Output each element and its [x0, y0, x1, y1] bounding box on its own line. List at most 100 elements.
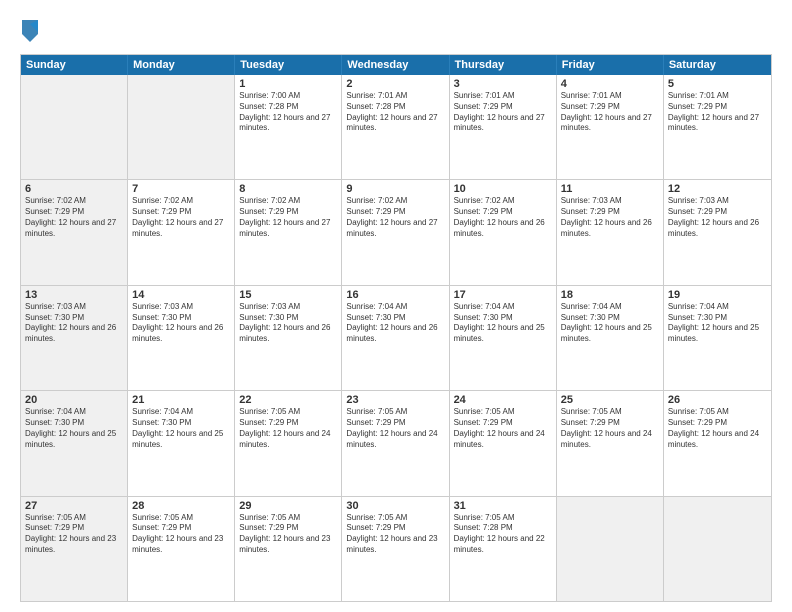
cell-content: Sunrise: 7:03 AM Sunset: 7:29 PM Dayligh…: [668, 196, 767, 239]
cell-content: Sunrise: 7:03 AM Sunset: 7:30 PM Dayligh…: [239, 302, 337, 345]
day-number: 15: [239, 289, 337, 301]
cell-content: Sunrise: 7:04 AM Sunset: 7:30 PM Dayligh…: [132, 407, 230, 450]
calendar-row: 27 Sunrise: 7:05 AM Sunset: 7:29 PM Dayli…: [21, 496, 771, 601]
calendar-cell: 25Sunrise: 7:05 AM Sunset: 7:29 PM Dayli…: [557, 391, 664, 495]
cell-content: Sunrise: 7:02 AM Sunset: 7:29 PM Dayligh…: [25, 196, 123, 239]
calendar-cell: 9Sunrise: 7:02 AM Sunset: 7:29 PM Daylig…: [342, 180, 449, 284]
cell-content: Sunrise: 7:01 AM Sunset: 7:29 PM Dayligh…: [561, 91, 659, 134]
calendar-cell: [664, 497, 771, 601]
calendar-cell: 28Sunrise: 7:05 AM Sunset: 7:29 PM Dayli…: [128, 497, 235, 601]
calendar-cell: 14Sunrise: 7:03 AM Sunset: 7:30 PM Dayli…: [128, 286, 235, 390]
calendar-cell: 1Sunrise: 7:00 AM Sunset: 7:28 PM Daylig…: [235, 75, 342, 179]
cell-content: Sunrise: 7:03 AM Sunset: 7:30 PM Dayligh…: [132, 302, 230, 345]
calendar-cell: 23Sunrise: 7:05 AM Sunset: 7:29 PM Dayli…: [342, 391, 449, 495]
header-day: Saturday: [664, 55, 771, 75]
calendar-cell: 19Sunrise: 7:04 AM Sunset: 7:30 PM Dayli…: [664, 286, 771, 390]
cell-content: Sunrise: 7:05 AM Sunset: 7:29 PM Dayligh…: [346, 407, 444, 450]
day-number: 18: [561, 289, 659, 301]
cell-content: Sunrise: 7:00 AM Sunset: 7:28 PM Dayligh…: [239, 91, 337, 134]
calendar-cell: 20Sunrise: 7:04 AM Sunset: 7:30 PM Dayli…: [21, 391, 128, 495]
cell-content: Sunrise: 7:05 AM Sunset: 7:28 PM Dayligh…: [454, 513, 552, 556]
cell-content: Sunrise: 7:04 AM Sunset: 7:30 PM Dayligh…: [561, 302, 659, 345]
cell-content: Sunrise: 7:04 AM Sunset: 7:30 PM Dayligh…: [668, 302, 767, 345]
cell-content: Sunrise: 7:05 AM Sunset: 7:29 PM Dayligh…: [239, 407, 337, 450]
calendar-cell: 26Sunrise: 7:05 AM Sunset: 7:29 PM Dayli…: [664, 391, 771, 495]
day-number: 26: [668, 394, 767, 406]
calendar-cell: 31Sunrise: 7:05 AM Sunset: 7:28 PM Dayli…: [450, 497, 557, 601]
calendar-cell: 11Sunrise: 7:03 AM Sunset: 7:29 PM Dayli…: [557, 180, 664, 284]
header-day: Sunday: [21, 55, 128, 75]
calendar-cell: 7Sunrise: 7:02 AM Sunset: 7:29 PM Daylig…: [128, 180, 235, 284]
cell-content: Sunrise: 7:03 AM Sunset: 7:29 PM Dayligh…: [561, 196, 659, 239]
calendar-body: 1Sunrise: 7:00 AM Sunset: 7:28 PM Daylig…: [21, 75, 771, 601]
logo: [20, 16, 44, 44]
day-number: 10: [454, 183, 552, 195]
calendar-row: 20Sunrise: 7:04 AM Sunset: 7:30 PM Dayli…: [21, 390, 771, 495]
cell-content: Sunrise: 7:01 AM Sunset: 7:29 PM Dayligh…: [454, 91, 552, 134]
day-number: 21: [132, 394, 230, 406]
day-number: 13: [25, 289, 123, 301]
calendar-cell: [128, 75, 235, 179]
calendar: SundayMondayTuesdayWednesdayThursdayFrid…: [20, 54, 772, 602]
cell-content: Sunrise: 7:05 AM Sunset: 7:29 PM Dayligh…: [132, 513, 230, 556]
cell-content: Sunrise: 7:05 AM Sunset: 7:29 PM Dayligh…: [239, 513, 337, 556]
cell-content: Sunrise: 7:03 AM Sunset: 7:30 PM Dayligh…: [25, 302, 123, 345]
cell-content: Sunrise: 7:05 AM Sunset: 7:29 PM Dayligh…: [561, 407, 659, 450]
day-number: 4: [561, 78, 659, 90]
calendar-cell: 18Sunrise: 7:04 AM Sunset: 7:30 PM Dayli…: [557, 286, 664, 390]
day-number: 16: [346, 289, 444, 301]
cell-content: Sunrise: 7:05 AM Sunset: 7:29 PM Dayligh…: [454, 407, 552, 450]
logo-icon: [20, 16, 40, 44]
calendar-cell: [21, 75, 128, 179]
day-number: 9: [346, 183, 444, 195]
cell-content: Sunrise: 7:02 AM Sunset: 7:29 PM Dayligh…: [239, 196, 337, 239]
cell-content: Sunrise: 7:04 AM Sunset: 7:30 PM Dayligh…: [346, 302, 444, 345]
calendar-cell: [557, 497, 664, 601]
cell-content: Sunrise: 7:01 AM Sunset: 7:29 PM Dayligh…: [668, 91, 767, 134]
day-number: 17: [454, 289, 552, 301]
calendar-cell: 22Sunrise: 7:05 AM Sunset: 7:29 PM Dayli…: [235, 391, 342, 495]
day-number: 19: [668, 289, 767, 301]
cell-content: Sunrise: 7:05 AM Sunset: 7:29 PM Dayligh…: [668, 407, 767, 450]
day-number: 3: [454, 78, 552, 90]
day-number: 2: [346, 78, 444, 90]
calendar-cell: 21Sunrise: 7:04 AM Sunset: 7:30 PM Dayli…: [128, 391, 235, 495]
day-number: 28: [132, 500, 230, 512]
cell-content: Sunrise: 7:04 AM Sunset: 7:30 PM Dayligh…: [25, 407, 123, 450]
calendar-cell: 6Sunrise: 7:02 AM Sunset: 7:29 PM Daylig…: [21, 180, 128, 284]
calendar-header: SundayMondayTuesdayWednesdayThursdayFrid…: [21, 55, 771, 75]
calendar-cell: 3Sunrise: 7:01 AM Sunset: 7:29 PM Daylig…: [450, 75, 557, 179]
day-number: 22: [239, 394, 337, 406]
calendar-cell: 15Sunrise: 7:03 AM Sunset: 7:30 PM Dayli…: [235, 286, 342, 390]
day-number: 7: [132, 183, 230, 195]
header-day: Monday: [128, 55, 235, 75]
calendar-cell: 16Sunrise: 7:04 AM Sunset: 7:30 PM Dayli…: [342, 286, 449, 390]
day-number: 31: [454, 500, 552, 512]
calendar-cell: 12Sunrise: 7:03 AM Sunset: 7:29 PM Dayli…: [664, 180, 771, 284]
cell-content: Sunrise: 7:02 AM Sunset: 7:29 PM Dayligh…: [132, 196, 230, 239]
day-number: 23: [346, 394, 444, 406]
calendar-cell: 4Sunrise: 7:01 AM Sunset: 7:29 PM Daylig…: [557, 75, 664, 179]
calendar-cell: 27Sunrise: 7:05 AM Sunset: 7:29 PM Dayli…: [21, 497, 128, 601]
calendar-cell: 17Sunrise: 7:04 AM Sunset: 7:30 PM Dayli…: [450, 286, 557, 390]
day-number: 29: [239, 500, 337, 512]
calendar-cell: 10Sunrise: 7:02 AM Sunset: 7:29 PM Dayli…: [450, 180, 557, 284]
header-day: Wednesday: [342, 55, 449, 75]
calendar-cell: 24Sunrise: 7:05 AM Sunset: 7:29 PM Dayli…: [450, 391, 557, 495]
day-number: 12: [668, 183, 767, 195]
calendar-cell: 13Sunrise: 7:03 AM Sunset: 7:30 PM Dayli…: [21, 286, 128, 390]
day-number: 14: [132, 289, 230, 301]
day-number: 24: [454, 394, 552, 406]
cell-content: Sunrise: 7:04 AM Sunset: 7:30 PM Dayligh…: [454, 302, 552, 345]
cell-content: Sunrise: 7:02 AM Sunset: 7:29 PM Dayligh…: [346, 196, 444, 239]
day-number: 8: [239, 183, 337, 195]
calendar-row: 6Sunrise: 7:02 AM Sunset: 7:29 PM Daylig…: [21, 179, 771, 284]
calendar-cell: 30Sunrise: 7:05 AM Sunset: 7:29 PM Dayli…: [342, 497, 449, 601]
day-number: 27: [25, 500, 123, 512]
day-number: 25: [561, 394, 659, 406]
day-number: 11: [561, 183, 659, 195]
calendar-row: 13Sunrise: 7:03 AM Sunset: 7:30 PM Dayli…: [21, 285, 771, 390]
page: SundayMondayTuesdayWednesdayThursdayFrid…: [0, 0, 792, 612]
day-number: 30: [346, 500, 444, 512]
header-day: Tuesday: [235, 55, 342, 75]
